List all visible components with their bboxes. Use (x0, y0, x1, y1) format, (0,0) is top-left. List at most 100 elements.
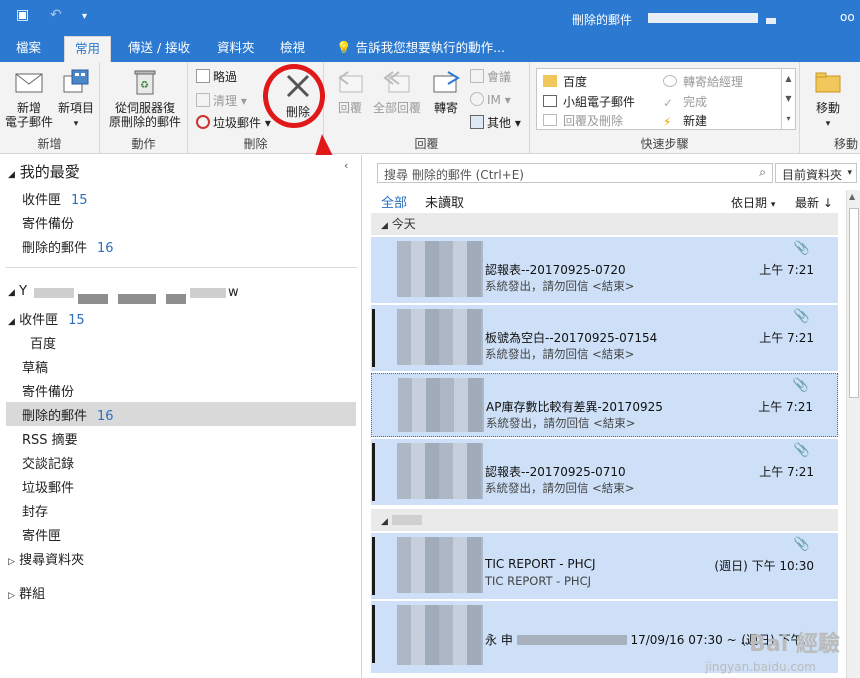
tab-folder[interactable]: 資料夾 (207, 36, 265, 62)
junk-button[interactable]: 垃圾郵件 ▾ (196, 114, 271, 131)
unread-bar (372, 309, 375, 367)
folder-deleted[interactable]: 刪除的郵件 16 (22, 405, 114, 424)
recover-deleted-button[interactable]: ♻ 從伺服器復 原刪除的郵件 (106, 66, 184, 129)
folder-groups[interactable]: ▷ 群組 (8, 583, 45, 602)
folder-search-folders[interactable]: ▷ 搜尋資料夾 (8, 549, 84, 568)
window-controls-icon[interactable]: oo (840, 10, 855, 24)
customize-toolbar-icon[interactable]: ▾ (82, 11, 87, 22)
title-bar: ▣ ↶ ▾ 刪除的郵件 oo (0, 0, 860, 36)
attachment-icon: 📎 (793, 443, 810, 458)
collapse-triangle-icon: ◢ (8, 170, 15, 180)
search-placeholder: 搜尋 刪除的郵件 (Ctrl+E) (384, 168, 524, 182)
quickstep-new-label: 新建 (683, 114, 708, 128)
collapse-triangle-icon: ◢ (8, 288, 15, 298)
nav-divider (6, 267, 358, 268)
folder-inbox[interactable]: ◢ 收件匣 15 (8, 309, 85, 328)
tab-home[interactable]: 常用 (64, 36, 112, 62)
group-quick-steps: 百度 小組電子郵件 回覆及刪除 轉寄給經理 ✓ 完成 ⚡ 新建 ▲ ▼ ▾ 快速步驟 (530, 62, 800, 154)
redacted-account (190, 288, 226, 298)
search-icon[interactable]: ⌕ (759, 165, 766, 180)
search-input[interactable]: 搜尋 刪除的郵件 (Ctrl+E) ⌕ (377, 163, 773, 183)
redacted-account (166, 294, 186, 304)
ribbon: 新增 電子郵件 新項目 ▾ 新增 ♻ 從伺服器復 原刪除的郵件 動作 略過 清理 … (0, 62, 860, 154)
quickstep-reply-delete[interactable]: 回覆及刪除 (543, 112, 623, 129)
fav-sent-label: 寄件備份 (22, 217, 75, 232)
message-subject: 認報表--20170925-0720 (485, 263, 626, 277)
undo-icon[interactable]: ↶ (50, 7, 62, 23)
group-header-older[interactable]: ◢ (371, 509, 838, 531)
message-item[interactable]: 📎 認報表--20170925-0720 系統發出，請勿回信 <結束> 上午 7… (371, 237, 838, 303)
quickstep-baidu[interactable]: 百度 (543, 73, 587, 90)
filter-unread[interactable]: 未讀取 (425, 192, 464, 211)
folder-conversation-history[interactable]: 交談記錄 (22, 453, 74, 472)
reply-all-label: 全部回覆 (372, 101, 421, 115)
forward-button[interactable]: 轉寄 (426, 66, 466, 115)
sort-by-label: 依日期 (731, 196, 768, 210)
im-button[interactable]: IM ▾ (470, 92, 511, 107)
message-time: 上午 7:21 (759, 465, 814, 479)
redacted-account (78, 294, 108, 304)
move-button[interactable]: 移動 ▾ (808, 66, 848, 131)
folder-baidu[interactable]: 百度 (30, 333, 56, 352)
scroll-up-icon[interactable]: ▲ (849, 192, 855, 201)
more-icon (470, 115, 484, 129)
lightning-icon: ⚡ (663, 115, 672, 129)
sort-by-dropdown[interactable]: 依日期 ▾ (731, 194, 775, 211)
fav-deleted[interactable]: 刪除的郵件 16 (22, 237, 114, 256)
message-item[interactable]: 📎 TIC REPORT - PHCJ TIC REPORT - PHCJ (週… (371, 533, 838, 599)
reply-all-button[interactable]: 全部回覆 (370, 66, 424, 115)
gallery-scroll-icon[interactable]: ▲ ▼ ▾ (781, 69, 795, 129)
message-item[interactable]: 📎 認報表--20170925-0710 系統發出，請勿回信 <結束> 上午 7… (371, 439, 838, 505)
reply-icon (338, 71, 363, 93)
folder-junk[interactable]: 垃圾郵件 (22, 477, 74, 496)
filter-all[interactable]: 全部 (381, 192, 407, 211)
folder-archive[interactable]: 封存 (22, 501, 48, 520)
folder-rss[interactable]: RSS 摘要 (22, 429, 78, 448)
attachment-icon: 📎 (792, 378, 809, 393)
quickstep-to-manager[interactable]: 轉寄給經理 (663, 73, 743, 90)
sort-order-toggle[interactable]: 最新 ↓ (795, 194, 833, 211)
group-header-today[interactable]: ◢ 今天 (371, 213, 838, 235)
outlook-app-icon[interactable]: ▣ (16, 7, 29, 23)
tab-view[interactable]: 檢視 (270, 36, 315, 62)
move-label: 移動 (815, 101, 840, 115)
folder-sent[interactable]: 寄件備份 (22, 381, 74, 400)
new-items-label: 新項目 (57, 101, 94, 115)
group-new: 新增 電子郵件 新項目 ▾ 新增 (0, 62, 100, 154)
folder-drafts[interactable]: 草稿 (22, 357, 48, 376)
message-subject: 板號為空白--20170925-07154 (485, 331, 658, 345)
group-move: 移動 ▾ 移動 (800, 62, 860, 154)
ignore-button[interactable]: 略過 (196, 68, 237, 85)
account-header[interactable]: ◢ Y (8, 284, 27, 299)
cleanup-button[interactable]: 清理 ▾ (196, 92, 247, 109)
message-item-focused[interactable]: 📎 AP庫存數比較有差異-20170925 系統發出，請勿回信 <結束> 上午 … (371, 373, 838, 437)
tab-send-receive[interactable]: 傳送 / 接收 (118, 36, 200, 62)
new-items-button[interactable]: 新項目 ▾ (54, 66, 98, 131)
redacted-account (118, 294, 156, 304)
new-email-button[interactable]: 新增 電子郵件 (4, 66, 54, 129)
collapse-pane-icon[interactable]: ‹ (344, 159, 348, 172)
scrollbar-thumb[interactable] (849, 208, 859, 398)
search-scope-dropdown[interactable]: 目前資料夾 ▾ (775, 163, 857, 183)
message-subject: AP庫存數比較有差異-20170925 (486, 400, 663, 414)
quickstep-reply-delete-label: 回覆及刪除 (563, 114, 624, 128)
group-respond: 回覆 全部回覆 轉寄 會議 IM ▾ 其他 ▾ 回覆 (324, 62, 530, 154)
meeting-button[interactable]: 會議 (470, 68, 511, 85)
recycle-bin-icon: ♻ (134, 70, 156, 95)
message-item[interactable]: 📎 板號為空白--20170925-07154 系統發出，請勿回信 <結束> 上… (371, 305, 838, 371)
quickstep-team-email[interactable]: 小組電子郵件 (543, 93, 635, 110)
group-actions-label: 動作 (131, 137, 156, 151)
folder-outbox[interactable]: 寄件匣 (22, 525, 61, 544)
fav-sent[interactable]: 寄件備份 (22, 213, 74, 232)
tab-file[interactable]: 檔案 (6, 36, 51, 62)
reply-button[interactable]: 回覆 (330, 66, 370, 115)
message-preview: 系統發出，請勿回信 <結束> (485, 279, 635, 293)
more-button[interactable]: 其他 ▾ (470, 114, 521, 131)
favorites-header[interactable]: ◢ 我的最愛 (8, 161, 80, 182)
quickstep-new[interactable]: ⚡ 新建 (663, 112, 707, 129)
tell-me-box[interactable]: 💡 告訴我您想要執行的動作... (326, 36, 515, 62)
attachment-icon: 📎 (793, 241, 810, 256)
message-list-scrollbar[interactable]: ▲ (846, 190, 860, 678)
fav-inbox[interactable]: 收件匣 15 (22, 189, 88, 208)
quickstep-done[interactable]: ✓ 完成 (663, 93, 707, 110)
